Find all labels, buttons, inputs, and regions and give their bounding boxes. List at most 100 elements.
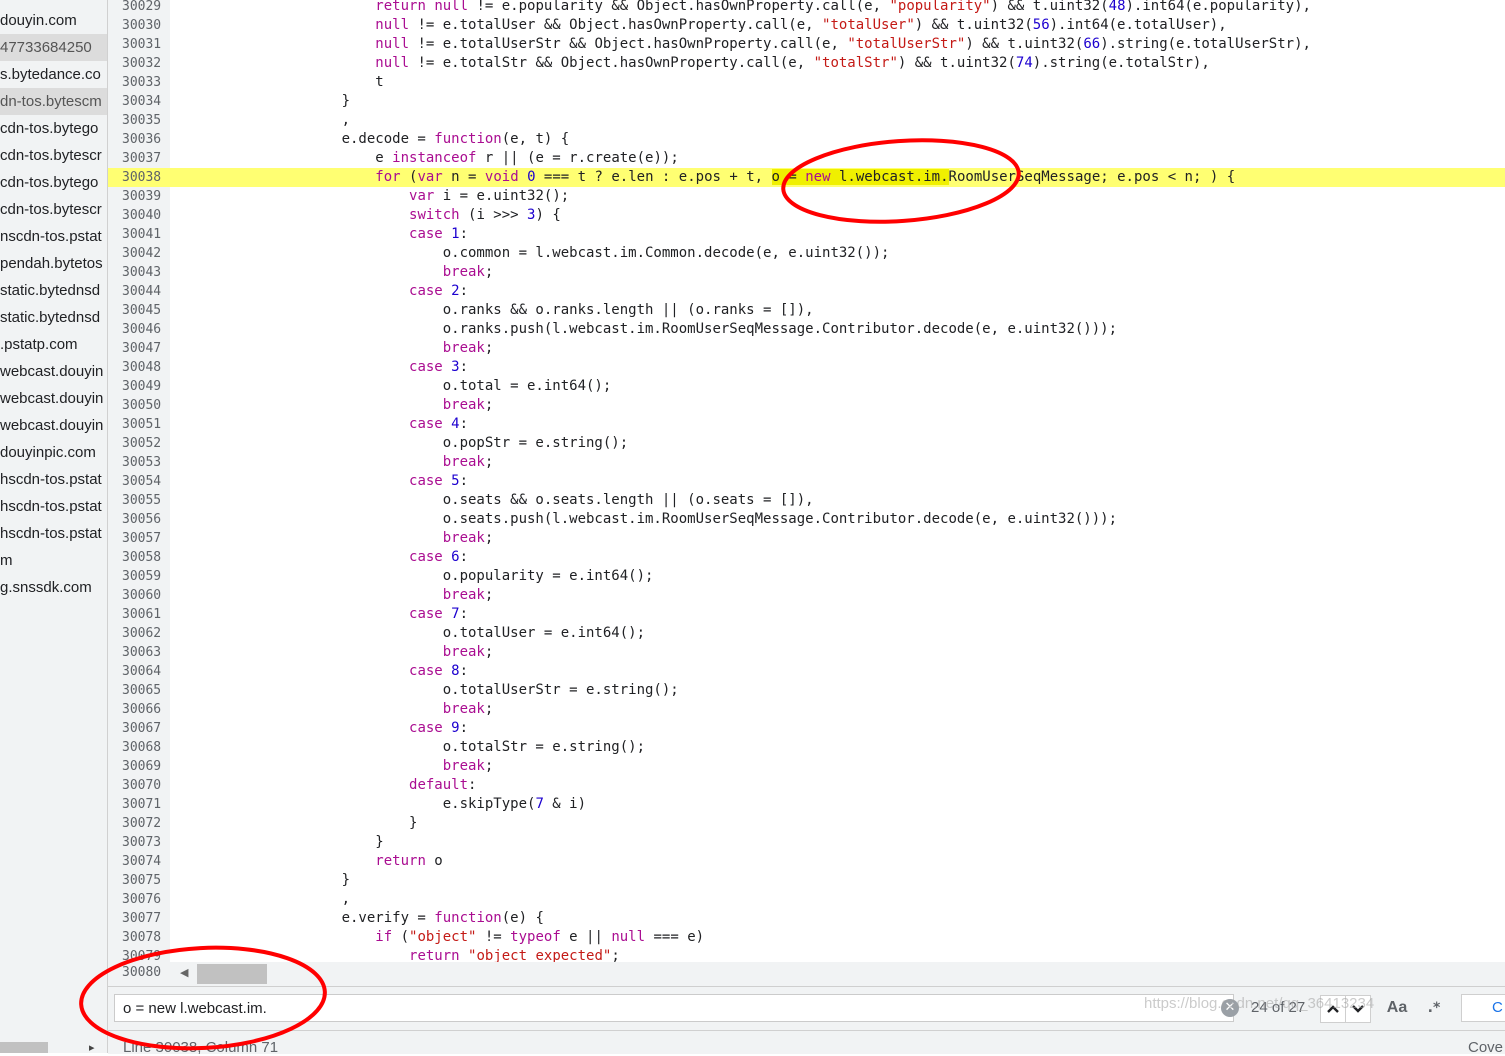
line-number: 30036 xyxy=(122,132,162,147)
code-line[interactable]: 30052 o.popStr = e.string(); xyxy=(108,434,1505,453)
file-tree-item[interactable]: webcast.douyin xyxy=(0,385,107,412)
file-tree-sidebar: douyin.com 47733684250 s.bytedance.co dn-to… xyxy=(0,0,108,1040)
file-tree-item[interactable]: cdn-tos.bytescr xyxy=(0,142,107,169)
code-line[interactable]: 30057 break; xyxy=(108,529,1505,548)
file-tree-item[interactable]: hscdn-tos.pstat xyxy=(0,493,107,520)
code-line[interactable]: 30070 default: xyxy=(108,776,1505,795)
code-line[interactable]: 30036 e.decode = function(e, t) { xyxy=(108,130,1505,149)
cancel-search-button[interactable]: C xyxy=(1461,994,1505,1022)
file-tree-item[interactable]: hscdn-tos.pstat xyxy=(0,520,107,547)
sidebar-scrollbar-thumb[interactable] xyxy=(0,1042,48,1053)
line-number: 30062 xyxy=(122,626,162,641)
code-line[interactable]: 30078 if ("object" != typeof e || null =… xyxy=(108,928,1505,947)
code-text: return null != e.popularity && Object.ha… xyxy=(375,0,1311,14)
scroll-right-icon[interactable]: ▸ xyxy=(89,1041,95,1054)
file-tree-item[interactable]: pendah.bytetos xyxy=(0,250,107,277)
file-tree-item[interactable]: hscdn-tos.pstat xyxy=(0,466,107,493)
code-line[interactable]: 30040 switch (i >>> 3) { xyxy=(108,206,1505,225)
line-number: 30045 xyxy=(122,303,162,318)
code-line[interactable]: 30071 e.skipType(7 & i) xyxy=(108,795,1505,814)
code-line[interactable]: 30046 o.ranks.push(l.webcast.im.RoomUser… xyxy=(108,320,1505,339)
cursor-position: Line 30038, Column 71 xyxy=(123,1039,279,1056)
file-tree-item[interactable]: s.bytedance.co xyxy=(0,61,107,88)
code-line[interactable]: 30060 break; xyxy=(108,586,1505,605)
code-line[interactable]: 30063 break; xyxy=(108,643,1505,662)
code-line[interactable]: 30053 break; xyxy=(108,453,1505,472)
code-line[interactable]: 30043 break; xyxy=(108,263,1505,282)
source-code-editor[interactable]: 30029 return null != e.popularity && Obj… xyxy=(108,0,1505,962)
line-number: 30050 xyxy=(122,398,162,413)
code-line[interactable]: 30077 e.verify = function(e) { xyxy=(108,909,1505,928)
code-line[interactable]: 30074 return o xyxy=(108,852,1505,871)
line-number: 30076 xyxy=(122,892,162,907)
file-tree-item[interactable]: static.bytednsd xyxy=(0,277,107,304)
line-number: 30042 xyxy=(122,246,162,261)
code-line[interactable]: 30032 null != e.totalStr && Object.hasOw… xyxy=(108,54,1505,73)
file-tree-item[interactable]: douyinpic.com xyxy=(0,439,107,466)
code-line[interactable]: 30051 case 4: xyxy=(108,415,1505,434)
code-line[interactable]: 30033 t xyxy=(108,73,1505,92)
file-tree-item[interactable]: .pstatp.com xyxy=(0,331,107,358)
code-line[interactable]: 30059 o.popularity = e.int64(); xyxy=(108,567,1505,586)
search-input[interactable]: o = new l.webcast.im. xyxy=(114,994,1234,1022)
match-case-button[interactable]: Aa xyxy=(1382,995,1412,1021)
code-line[interactable]: 30076 , xyxy=(108,890,1505,909)
code-line[interactable]: 30055 o.seats && o.seats.length || (o.se… xyxy=(108,491,1505,510)
code-line[interactable]: 30064 case 8: xyxy=(108,662,1505,681)
code-line[interactable]: 30037 e instanceof r || (e = r.create(e)… xyxy=(108,149,1505,168)
code-line[interactable]: 30066 break; xyxy=(108,700,1505,719)
code-line[interactable]: 30068 o.totalStr = e.string(); xyxy=(108,738,1505,757)
code-line[interactable]: 30035 , xyxy=(108,111,1505,130)
file-tree-item[interactable]: m xyxy=(0,547,107,574)
file-tree-item[interactable]: cdn-tos.bytego xyxy=(0,115,107,142)
file-tree-item[interactable]: webcast.douyin xyxy=(0,412,107,439)
code-line[interactable]: 30031 null != e.totalUserStr && Object.h… xyxy=(108,35,1505,54)
horizontal-scrollbar[interactable]: 30080 ◀ xyxy=(108,962,1505,986)
code-line[interactable]: 30072 } xyxy=(108,814,1505,833)
code-line[interactable]: 30038 for (var n = void 0 === t ? e.len … xyxy=(108,168,1505,187)
code-line[interactable]: 30079 return "object expected"; xyxy=(108,947,1505,962)
code-line[interactable]: 30044 case 2: xyxy=(108,282,1505,301)
file-tree-item[interactable]: cdn-tos.bytego xyxy=(0,169,107,196)
code-line[interactable]: 30048 case 3: xyxy=(108,358,1505,377)
file-tree-item[interactable]: 47733684250 xyxy=(0,34,107,61)
code-line[interactable]: 30067 case 9: xyxy=(108,719,1505,738)
code-line[interactable]: 30054 case 5: xyxy=(108,472,1505,491)
code-line[interactable]: 30030 null != e.totalUser && Object.hasO… xyxy=(108,16,1505,35)
code-line[interactable]: 30039 var i = e.uint32(); xyxy=(108,187,1505,206)
line-number: 30068 xyxy=(122,740,162,755)
file-tree-item[interactable]: cdn-tos.bytescr xyxy=(0,196,107,223)
line-number: 30029 xyxy=(122,0,162,14)
code-line[interactable]: 30058 case 6: xyxy=(108,548,1505,567)
line-number: 30077 xyxy=(122,911,162,926)
code-line[interactable]: 30075 } xyxy=(108,871,1505,890)
code-line[interactable]: 30062 o.totalUser = e.int64(); xyxy=(108,624,1505,643)
code-line[interactable]: 30029 return null != e.popularity && Obj… xyxy=(108,0,1505,16)
scroll-left-icon[interactable]: ◀ xyxy=(180,966,188,979)
file-tree-item[interactable]: dn-tos.bytescm xyxy=(0,88,107,115)
file-tree-item[interactable]: webcast.douyin xyxy=(0,358,107,385)
code-line[interactable]: 30050 break; xyxy=(108,396,1505,415)
code-line[interactable]: 30069 break; xyxy=(108,757,1505,776)
horizontal-scrollbar-thumb[interactable] xyxy=(197,964,267,984)
file-tree-item[interactable]: nscdn-tos.pstat xyxy=(0,223,107,250)
code-line[interactable]: 30049 o.total = e.int64(); xyxy=(108,377,1505,396)
code-line[interactable]: 30065 o.totalUserStr = e.string(); xyxy=(108,681,1505,700)
code-line[interactable]: 30042 o.common = l.webcast.im.Common.dec… xyxy=(108,244,1505,263)
code-line[interactable]: 30041 case 1: xyxy=(108,225,1505,244)
code-line[interactable]: 30056 o.seats.push(l.webcast.im.RoomUser… xyxy=(108,510,1505,529)
code-line[interactable]: 30061 case 7: xyxy=(108,605,1505,624)
file-tree-item[interactable]: static.bytednsd xyxy=(0,304,107,331)
regex-button[interactable]: .* xyxy=(1422,995,1446,1021)
code-line[interactable]: 30073 } xyxy=(108,833,1505,852)
code-line[interactable]: 30047 break; xyxy=(108,339,1505,358)
code-text: case 5: xyxy=(409,473,469,489)
coverage-label[interactable]: Cove xyxy=(1468,1039,1503,1056)
code-text: break; xyxy=(442,340,494,356)
code-line[interactable]: 30045 o.ranks && o.ranks.length || (o.ra… xyxy=(108,301,1505,320)
code-line[interactable]: 30034 } xyxy=(108,92,1505,111)
line-number: 30031 xyxy=(122,37,162,52)
code-text: return o xyxy=(375,853,443,869)
file-tree-item[interactable]: douyin.com xyxy=(0,7,107,34)
file-tree-item[interactable]: g.snssdk.com xyxy=(0,574,107,601)
